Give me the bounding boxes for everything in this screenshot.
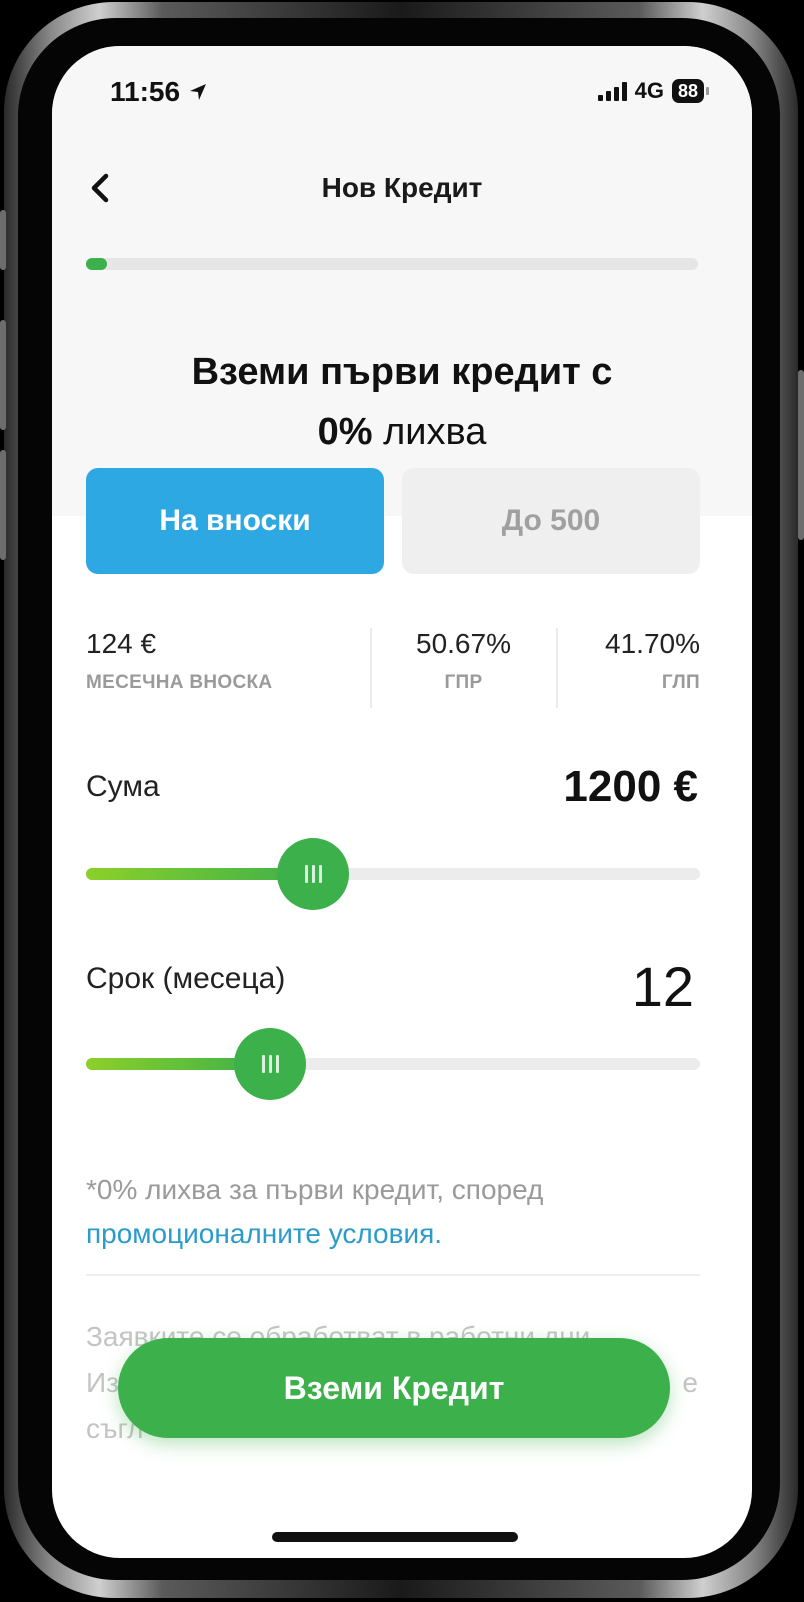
promo-note-text: *0% лихва за първи кредит, според [86, 1174, 544, 1205]
side-button [0, 450, 6, 560]
screen: 11:56 4G 88 Нов Кредит Вземи първи креди… [52, 46, 752, 1558]
nav-bar: Нов Кредит [52, 164, 752, 214]
headline: Вземи първи кредит с 0% лихва [92, 342, 712, 462]
stat-label: МЕСЕЧНА ВНОСКА [86, 672, 273, 693]
term-label: Срок (месеца) [86, 962, 286, 995]
take-loan-button[interactable]: Вземи Кредит [118, 1338, 670, 1438]
disclaimer-line2-start: Из [86, 1367, 119, 1398]
promo-note: *0% лихва за първи кредит, според промоц… [86, 1168, 706, 1256]
tab-installments[interactable]: На вноски [86, 468, 384, 574]
tab-up-to-500[interactable]: До 500 [402, 468, 700, 574]
stat-value: 50.67% [416, 628, 511, 659]
stat-value: 124 € [86, 628, 157, 659]
battery-icon: 88 [671, 79, 710, 103]
headline-rate: 0% [317, 411, 373, 453]
stat-label: ГПР [444, 672, 483, 693]
location-arrow-icon [190, 84, 207, 100]
status-time: 11:56 [110, 76, 208, 108]
term-slider-handle[interactable] [234, 1028, 307, 1100]
side-button [0, 210, 6, 270]
stat-divider [556, 628, 558, 708]
loan-stats: 124 € МЕСЕЧНА ВНОСКА 50.67% ГПР 41.70% Г… [86, 628, 700, 708]
stat-apr: 50.67% ГПР [416, 628, 511, 694]
term-value: 12 [631, 955, 694, 1018]
progress-bar [86, 258, 698, 270]
divider [86, 1274, 700, 1276]
status-indicators: 4G 88 [597, 78, 710, 104]
side-button [798, 370, 804, 540]
disclaimer-line2-end: е [682, 1367, 698, 1398]
loan-type-tabs: На вноски До 500 [86, 468, 700, 574]
headline-line1: Вземи първи кредит с [191, 351, 613, 393]
stat-interest-rate: 41.70% ГЛП [605, 628, 700, 694]
progress-fill [86, 258, 108, 270]
stat-value: 41.70% [605, 628, 700, 659]
status-bar: 11:56 4G 88 [52, 46, 752, 136]
promo-terms-link[interactable]: промоционалните условия. [86, 1218, 442, 1249]
amount-label: Сума [86, 770, 160, 803]
stat-divider [370, 628, 372, 708]
term-slider[interactable] [86, 1028, 700, 1100]
stat-monthly-payment: 124 € МЕСЕЧНА ВНОСКА [86, 628, 272, 694]
stat-label: ГЛП [661, 672, 700, 693]
status-time-text: 11:56 [110, 76, 181, 107]
side-button [0, 320, 6, 430]
signal-icon [597, 81, 627, 101]
amount-slider-handle[interactable] [277, 838, 350, 910]
page-title: Нов Кредит [321, 172, 483, 203]
network-type: 4G [634, 78, 664, 103]
amount-value: 1200 € [563, 762, 698, 811]
amount-slider[interactable] [86, 838, 700, 910]
headline-rate-suffix: лихва [372, 411, 487, 453]
headline-line2: 0% лихва [92, 402, 712, 462]
home-indicator [272, 1532, 518, 1542]
